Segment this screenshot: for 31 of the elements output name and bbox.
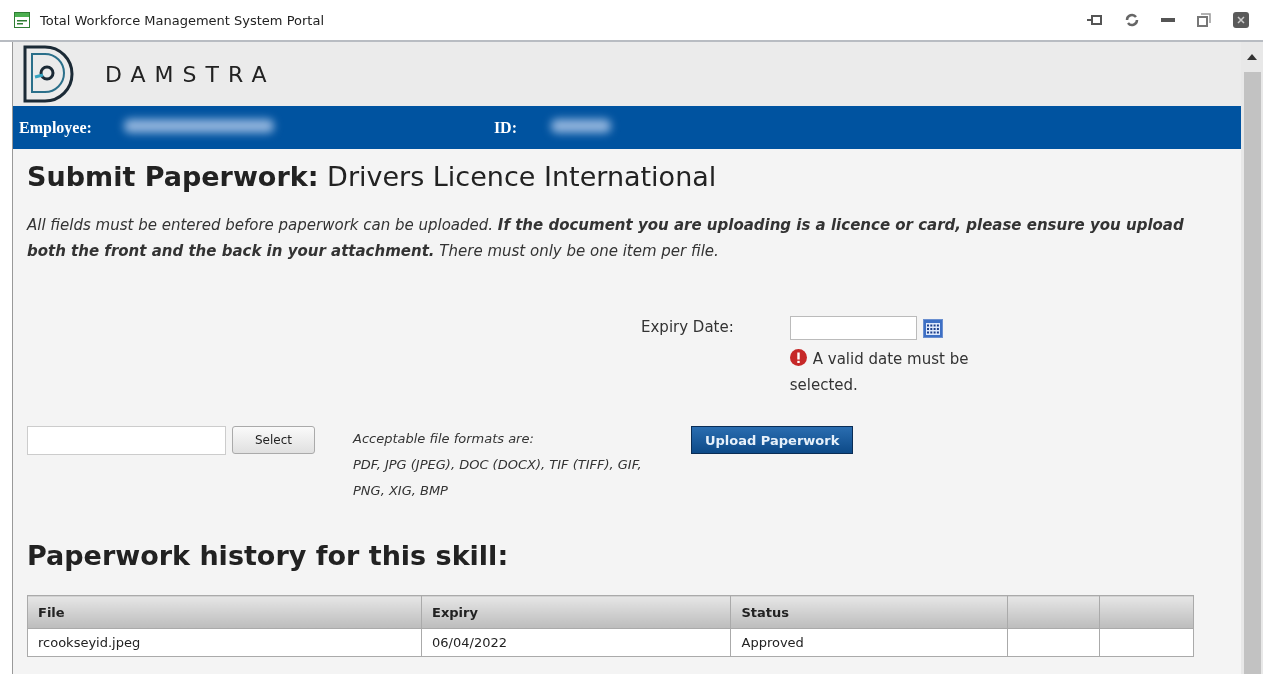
scroll-up-icon[interactable]: [1247, 54, 1257, 60]
upload-button[interactable]: Upload Paperwork: [691, 426, 854, 454]
app-icon: [14, 12, 30, 28]
table-cell: rcookseyid.jpeg: [27, 628, 422, 657]
blurred-value: [551, 118, 611, 133]
formats-heading: Acceptable file formats are:: [353, 430, 535, 448]
pin-icon[interactable]: [1087, 14, 1103, 26]
section-heading: Paperwork history for this skill:: [27, 540, 510, 571]
column-header: Expiry: [421, 595, 731, 629]
id-label: ID:: [493, 118, 517, 137]
column-header: Status: [731, 595, 1008, 629]
close-icon[interactable]: [1233, 12, 1249, 28]
table-cell: 06/04/2022: [421, 628, 731, 657]
error-message: A valid date must be selected.: [789, 348, 970, 396]
select-button[interactable]: Select: [232, 426, 315, 454]
error-icon: [789, 349, 807, 366]
expiry-date-label: Expiry Date:: [641, 317, 734, 338]
refresh-icon[interactable]: [1125, 13, 1139, 27]
expiry-date-field[interactable]: [789, 316, 917, 340]
table-cell: Approved: [731, 628, 1008, 657]
formats-list: PDF, JPG (JPEG), DOC (DOCX), TIF (TIFF), GIF, PNG, XIG, BMP: [353, 452, 653, 504]
restore-icon[interactable]: [1197, 13, 1211, 27]
column-header: File: [27, 595, 422, 629]
file-field[interactable]: [27, 426, 226, 455]
brand-name: DAMSTRA: [105, 61, 276, 87]
scrollbar[interactable]: [1241, 42, 1263, 674]
employee-label: Employee:: [19, 118, 92, 137]
calendar-icon[interactable]: [922, 318, 943, 338]
instructions-text: All fields must be entered before paperwork can be uploaded. If the document you are uploading is a licence or card, please ensure you upload both the front and the back in your attachment. There must only be one item per file.: [27, 215, 1185, 262]
page-heading: Submit Paperwork: Drivers Licence International: [27, 161, 718, 192]
window-title: Total Workforce Management System Portal: [40, 12, 325, 28]
